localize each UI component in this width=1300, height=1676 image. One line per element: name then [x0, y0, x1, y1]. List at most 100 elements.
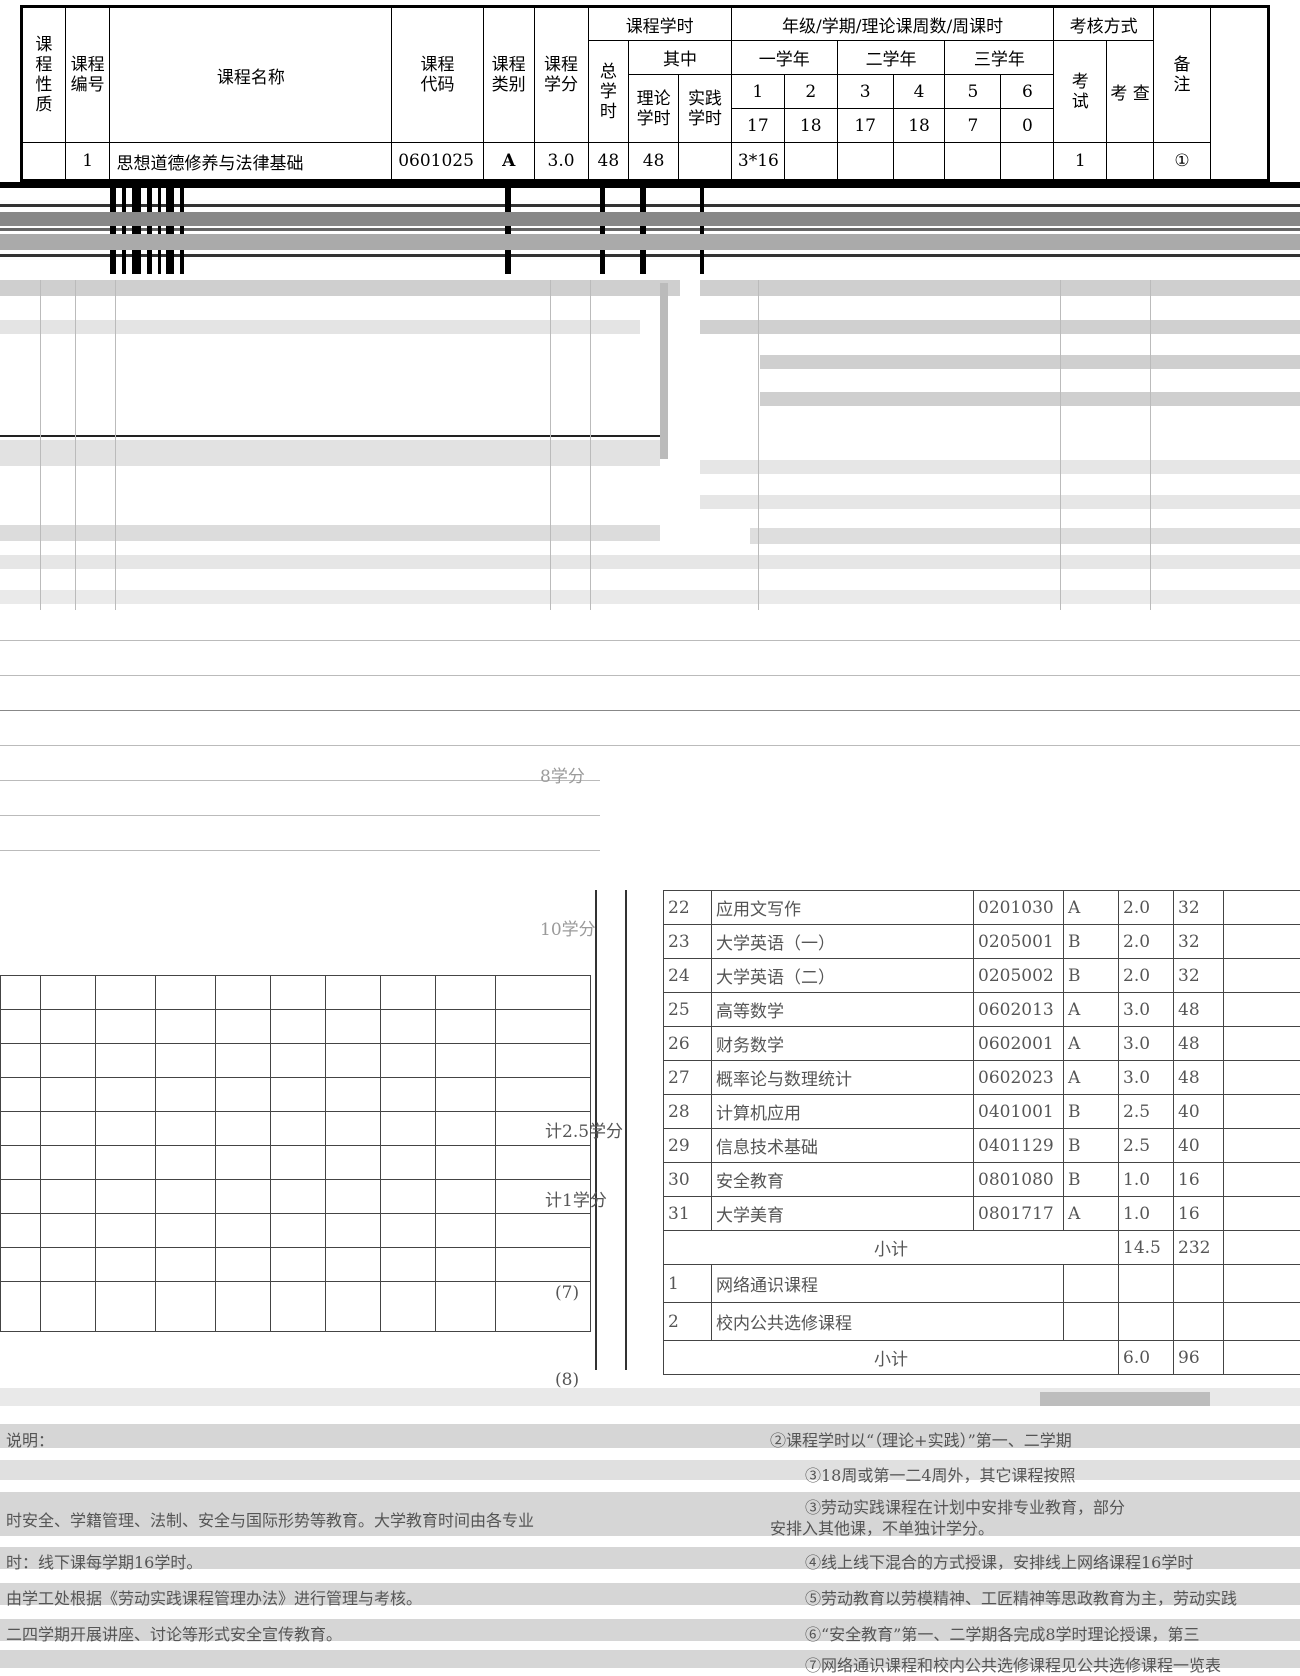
faded-row [700, 320, 1300, 334]
subtotal-row: 小计 14.5 232 [664, 1231, 1300, 1265]
cell-no: 25 [664, 993, 712, 1027]
cell-name: 高等数学 [712, 993, 974, 1027]
footer-note: ③18周或第一二4周外，其它课程按照 [805, 1462, 1076, 1486]
cell-hours: 16 [1174, 1163, 1224, 1197]
table-row [1, 1112, 591, 1146]
cell-total: 48 [588, 143, 629, 181]
grid-line [550, 280, 551, 610]
render-glitch-band [0, 182, 1300, 274]
cell-code: 0201030 [974, 891, 1064, 925]
cell-no: 1 [65, 143, 110, 181]
footer-block [1040, 1392, 1210, 1406]
cell-name: 大学英语（二） [712, 959, 974, 993]
cell-credit: 2.0 [1119, 959, 1174, 993]
cell-type: B [1064, 1095, 1119, 1129]
cell-hours: 32 [1174, 925, 1224, 959]
weeks-2: 18 [784, 109, 837, 143]
public-course-table: 22 应用文写作 0201030 A 2.0 32 23 大学英语（一） 020… [663, 890, 1300, 1375]
cell-name: 计算机应用 [712, 1095, 974, 1129]
glitch-bar [505, 182, 511, 274]
glitch-line [0, 435, 660, 437]
cell-theory: 48 [629, 143, 679, 181]
footer-note: ②课程学时以“（理论+实践）”第一、二学期 [770, 1427, 1072, 1451]
grid-line [590, 280, 591, 610]
glitch-bar [110, 182, 116, 274]
weeks-5: 7 [945, 109, 1001, 143]
cell-hours: 32 [1174, 891, 1224, 925]
faded-column [660, 283, 668, 459]
col-group-assess: 考核方式 [1054, 7, 1154, 41]
table-row: 2 校内公共选修课程 [664, 1303, 1300, 1341]
table-row [1, 1044, 591, 1078]
cell-credit: 3.0 [534, 143, 588, 181]
glitch-line [0, 228, 1300, 231]
cell-no: 30 [664, 1163, 712, 1197]
col-header-theory: 理论学时 [629, 75, 679, 143]
table-row [1, 1248, 591, 1282]
weeks-6: 0 [1001, 109, 1054, 143]
glitch-line [0, 254, 1300, 257]
table-row: 23 大学英语（一） 0205001 B 2.0 32 [664, 925, 1300, 959]
cell-no: 22 [664, 891, 712, 925]
cell-type: A [1064, 1027, 1119, 1061]
table-row [1, 1282, 591, 1332]
glitch-bar [640, 182, 646, 274]
cell-code: 0801080 [974, 1163, 1064, 1197]
cell-hours: 32 [1174, 959, 1224, 993]
curriculum-table-header: 课程性质 课程编号 课程名称 课程代码 课程类别 课程学分 课程学时 年级/学期… [20, 5, 1270, 182]
cell-no: 24 [664, 959, 712, 993]
faded-row [0, 590, 1300, 604]
glitch-bar [122, 182, 126, 274]
weeks-1: 17 [731, 109, 784, 143]
cell-no: 29 [664, 1129, 712, 1163]
col-header-no: 课程编号 [65, 7, 110, 143]
col-header-name: 课程名称 [110, 7, 392, 143]
cell-type: B [1064, 925, 1119, 959]
table-row: 28 计算机应用 0401001 B 2.5 40 [664, 1095, 1300, 1129]
term-6: 6 [1001, 75, 1054, 109]
subtotal-credit: 14.5 [1119, 1231, 1174, 1265]
glitch-bar [132, 182, 141, 274]
cell-t6 [1001, 143, 1054, 181]
table-row [1, 1146, 591, 1180]
grid-line [75, 280, 76, 610]
term-1: 1 [731, 75, 784, 109]
cell-name: 大学英语（一） [712, 925, 974, 959]
grid-line [40, 280, 41, 610]
col-group-grade: 年级/学期/理论课周数/周课时 [731, 7, 1053, 41]
weeks-3: 17 [837, 109, 893, 143]
cell-check [1107, 143, 1154, 181]
cell-hours: 48 [1174, 1027, 1224, 1061]
cell-remark: ① [1153, 143, 1210, 181]
term-3: 3 [837, 75, 893, 109]
cell-code: 0801717 [974, 1197, 1064, 1231]
cell-no: 27 [664, 1061, 712, 1095]
subtotal-label: 小计 [664, 1341, 1119, 1375]
col-header-credit: 课程学分 [534, 7, 588, 143]
cell-type: A [1064, 891, 1119, 925]
col-header-of-which: 其中 [629, 41, 732, 75]
col-header-type: 课程类别 [483, 7, 534, 143]
cell-name: 大学美育 [712, 1197, 974, 1231]
cell-hours: 40 [1174, 1129, 1224, 1163]
footer-band [0, 1424, 1300, 1448]
cell-name: 概率论与数理统计 [712, 1061, 974, 1095]
cell-t4 [893, 143, 945, 181]
subtotal-hours: 232 [1174, 1231, 1224, 1265]
cell-hours: 40 [1174, 1095, 1224, 1129]
cell-practice [679, 143, 732, 181]
footer-note: 由学工处根据《劳动实践课程管理办法》进行管理与考核。 [6, 1585, 422, 1609]
footer-band [0, 1460, 1300, 1480]
cell-code: 0401001 [974, 1095, 1064, 1129]
col-header-exam: 考试 [1054, 41, 1107, 143]
cell-t5 [945, 143, 1001, 181]
table-row [1, 1214, 591, 1248]
cell-credit: 3.0 [1119, 1061, 1174, 1095]
table-row [1, 976, 591, 1010]
glitch-bar [180, 182, 184, 274]
faded-row [0, 280, 680, 296]
cell-code: 0602001 [974, 1027, 1064, 1061]
cell-no: 23 [664, 925, 712, 959]
divider [625, 890, 627, 1370]
glitch-line [0, 204, 1300, 207]
